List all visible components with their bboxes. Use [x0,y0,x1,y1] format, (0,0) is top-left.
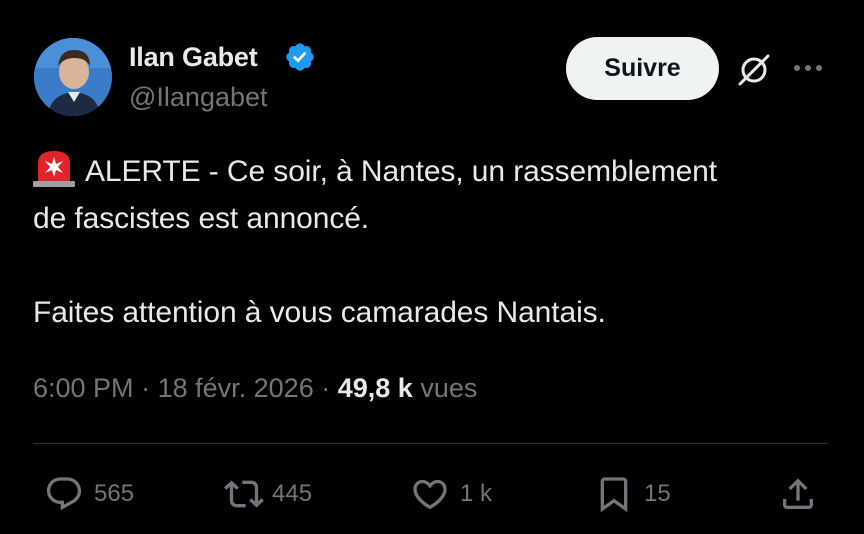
meta-separator: · [141,373,151,403]
like-icon [413,479,447,510]
like-count: 1 k [460,480,493,507]
views-label: vues [420,373,478,403]
verified-badge-icon [286,43,314,71]
tweet-line-1: ALERTE - Ce soir, à Nantes, un rassemble… [33,148,833,195]
divider [33,443,828,444]
repost-icon [224,480,264,508]
tweet-meta: 6:00 PM · 18 févr. 2026 · 49,8 k vues [33,373,477,404]
author-name[interactable]: Ilan Gabet [129,42,258,73]
siren-icon [33,151,75,187]
reply-icon [46,477,82,511]
grok-icon[interactable] [734,50,774,90]
tweet-line-2: de fascistes est annoncé. [33,202,370,235]
bookmark-count: 15 [644,480,671,507]
share-icon [783,478,813,509]
more-icon[interactable] [791,58,825,78]
reply-count: 565 [94,480,135,507]
share-button[interactable] [778,474,818,514]
tweet-line-3: Faites attention à vous camarades Nantai… [33,296,606,329]
avatar[interactable] [34,38,112,116]
repost-count: 445 [272,480,313,507]
reply-button[interactable]: 565 [44,474,134,514]
bookmark-icon [600,477,628,513]
views-count[interactable]: 49,8 k [338,373,413,403]
repost-button[interactable]: 445 [224,474,312,514]
meta-separator: · [321,373,331,403]
tweet-line-1-text: ALERTE - Ce soir, à Nantes, un rassemble… [85,155,717,188]
author-handle[interactable]: @Ilangabet [129,82,268,113]
follow-button[interactable]: Suivre [566,37,719,100]
like-button[interactable]: 1 k [410,474,492,514]
tweet-text: ALERTE - Ce soir, à Nantes, un rassemble… [33,148,833,336]
tweet-time[interactable]: 6:00 PM [33,373,134,403]
bookmark-button[interactable]: 15 [594,474,671,514]
tweet-date[interactable]: 18 févr. 2026 [158,373,314,403]
